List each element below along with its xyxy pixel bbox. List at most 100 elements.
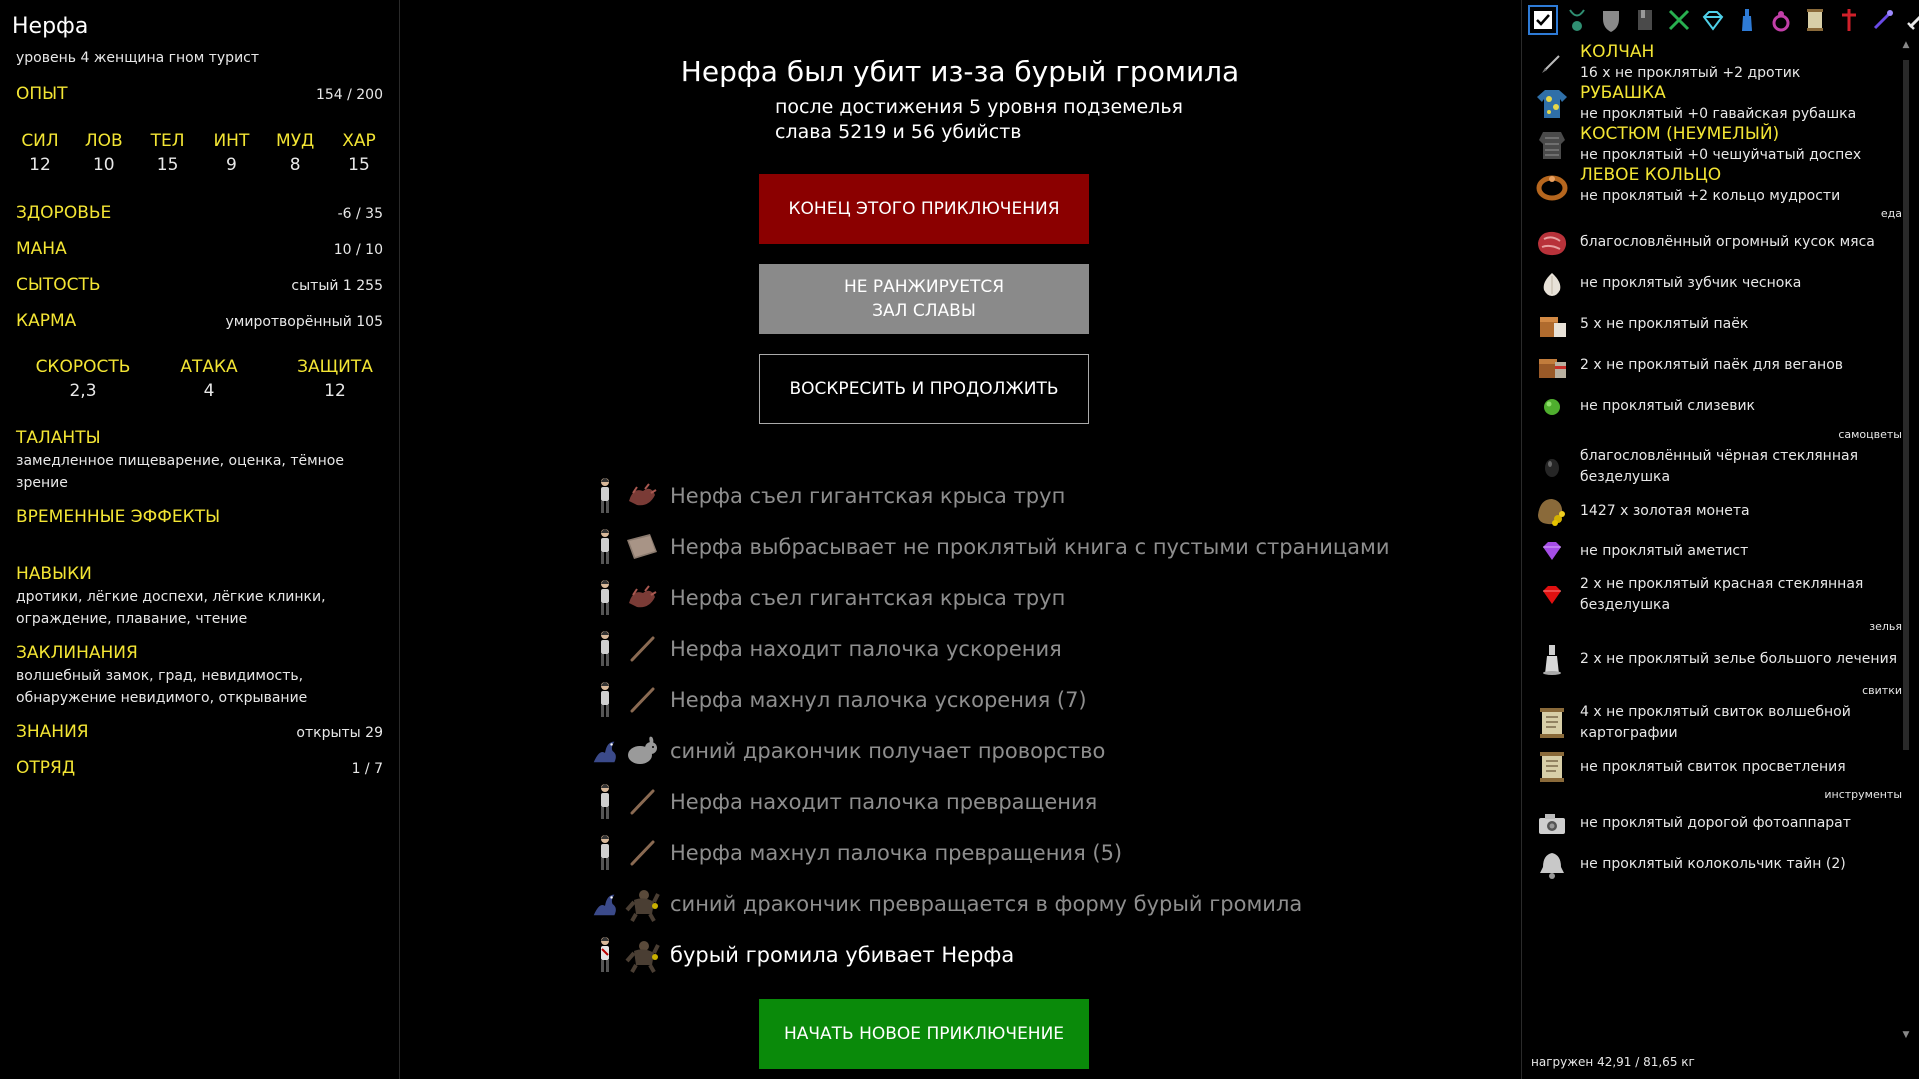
inventory-item[interactable]: благословлённый огромный кусок мяса xyxy=(1532,222,1902,263)
exp-value: 154 / 200 xyxy=(315,87,383,103)
sword-tab-icon[interactable] xyxy=(1902,5,1919,35)
health-row[interactable]: ЗДОРОВЬЕ -6 / 35 xyxy=(16,203,383,223)
message-log: Нерфа съел гигантская крыса труп Нерфа вы… xyxy=(590,470,1390,980)
party-label: ОТРЯД xyxy=(16,758,76,778)
inventory-scrollbar[interactable]: ▲ ▼ xyxy=(1901,40,1911,1040)
hero-dead-icon xyxy=(590,935,620,975)
effects-label: ВРЕМЕННЫЕ ЭФФЕКТЫ xyxy=(16,507,221,527)
inventory-item[interactable]: 4 x не проклятый свиток волшебной картог… xyxy=(1532,699,1902,747)
gem-tab-icon[interactable] xyxy=(1698,5,1728,35)
party-row[interactable]: ОТРЯД 1 / 7 xyxy=(16,758,383,778)
inventory-item[interactable]: 5 x не проклятый паёк xyxy=(1532,304,1902,345)
stat-wis[interactable]: МУД 8 xyxy=(265,131,325,175)
cross-icon[interactable] xyxy=(1834,5,1864,35)
satiety-row[interactable]: СЫТОСТЬ сытый 1 255 xyxy=(16,275,383,295)
new-adventure-button[interactable]: НАЧАТЬ НОВОЕ ПРИКЛЮЧЕНИЕ xyxy=(759,999,1089,1069)
stat-label: СКОРОСТЬ xyxy=(35,357,131,377)
item-description: не проклятый зубчик чеснока xyxy=(1580,275,1802,291)
end-adventure-label: КОНЕЦ ЭТОГО ПРИКЛЮЧЕНИЯ xyxy=(788,199,1060,219)
item-description: не проклятый аметист xyxy=(1580,542,1749,559)
log-entry: Нерфа съел гигантская крыса труп xyxy=(590,572,1390,623)
stat-int[interactable]: ИНТ 9 xyxy=(201,131,261,175)
inventory-item[interactable]: не проклятый дорогой фотоаппарат xyxy=(1532,803,1902,844)
wand-tab-icon[interactable] xyxy=(1868,5,1898,35)
spells-text: волшебный замок, град, невидимость, обна… xyxy=(16,668,308,706)
knowledge-row[interactable]: ЗНАНИЯ открыты 29 xyxy=(16,722,383,742)
knowledge-value: открыты 29 xyxy=(296,725,383,741)
scroll-down-icon[interactable]: ▼ xyxy=(1901,1030,1911,1040)
equipped-item[interactable]: РУБАШКА не проклятый +0 гавайская рубашка xyxy=(1532,83,1902,124)
inventory-panel: КОЛЧАН 16 x не проклятый +2 дротик РУБАШКА… xyxy=(1521,0,1919,1079)
amulet-icon[interactable] xyxy=(1562,5,1592,35)
end-adventure-button[interactable]: КОНЕЦ ЭТОГО ПРИКЛЮЧЕНИЯ xyxy=(759,174,1089,244)
item-description: не проклятый +2 кольцо мудрости xyxy=(1580,187,1841,204)
checkmark-icon[interactable] xyxy=(1528,5,1558,35)
inventory-item[interactable]: не проклятый аметист xyxy=(1532,531,1902,571)
effects-section[interactable]: ВРЕМЕННЫЕ ЭФФЕКТЫ xyxy=(16,507,383,527)
log-entry: синий дракончик получает проворство xyxy=(590,725,1390,776)
equipped-item[interactable]: ЛЕВОЕ КОЛЬЦО не проклятый +2 кольцо мудро… xyxy=(1532,165,1902,206)
equipped-item[interactable]: КОЛЧАН 16 x не проклятый +2 дротик xyxy=(1532,42,1902,83)
not-ranked-label: НЕ РАНЖИРУЕТСЯ xyxy=(843,277,1005,297)
spells-section[interactable]: ЗАКЛИНАНИЯ волшебный замок, град, невиди… xyxy=(16,643,383,709)
book-tab-icon[interactable] xyxy=(1630,5,1660,35)
scroll-up-icon[interactable]: ▲ xyxy=(1901,40,1911,50)
meat-icon xyxy=(1532,223,1572,263)
karma-row[interactable]: КАРМА умиротворённый 105 xyxy=(16,311,383,331)
item-description: не проклятый +0 чешуйчатый доспех xyxy=(1580,146,1862,163)
mana-row[interactable]: МАНА 10 / 10 xyxy=(16,239,383,259)
inventory-item[interactable]: 1427 x золотая монета xyxy=(1532,491,1902,531)
shield-icon[interactable] xyxy=(1596,5,1626,35)
red-gem-icon xyxy=(1532,575,1572,615)
black-gem-icon xyxy=(1532,447,1572,487)
log-text: Нерфа съел гигантская крыса труп xyxy=(670,585,1066,610)
category-label: зелья xyxy=(1869,620,1902,633)
inventory-item[interactable]: 2 x не проклятый паёк для веганов xyxy=(1532,345,1902,386)
potion-tab-icon[interactable] xyxy=(1732,5,1762,35)
revive-button[interactable]: ВОСКРЕСИТЬ И ПРОДОЛЖИТЬ xyxy=(759,354,1089,424)
log-text: Нерфа махнул палочка превращения (5) xyxy=(670,840,1123,865)
inventory-item[interactable]: не проклятый зубчик чеснока xyxy=(1532,263,1902,304)
stat-dex[interactable]: ЛОВ 10 xyxy=(74,131,134,175)
skills-text: дротики, лёгкие доспехи, лёгкие клинки, … xyxy=(16,589,326,627)
inventory-item[interactable]: не проклятый колокольчик тайн (2) xyxy=(1532,844,1902,885)
exp-row[interactable]: ОПЫТ 154 / 200 xyxy=(16,84,383,104)
talents-section[interactable]: ТАЛАНТЫ замедленное пищеварение, оценка,… xyxy=(16,428,383,494)
skills-section[interactable]: НАВЫКИ дротики, лёгкие доспехи, лёгкие к… xyxy=(16,564,383,630)
bell-icon xyxy=(1532,845,1572,885)
hall-of-fame-button[interactable]: НЕ РАНЖИРУЕТСЯ ЗАЛ СЛАВЫ xyxy=(759,264,1089,334)
log-entry: бурый громила убивает Нерфа xyxy=(590,929,1390,980)
stat-speed[interactable]: СКОРОСТЬ 2,3 xyxy=(20,357,146,401)
equipped-item[interactable]: КОСТЮМ (НЕУМЕЛЫЙ) не проклятый +0 чешуйча… xyxy=(1532,124,1902,165)
crossed-swords-icon[interactable] xyxy=(1664,5,1694,35)
inventory-item[interactable]: 2 x не проклятый зелье большого лечения xyxy=(1532,635,1902,683)
karma-label: КАРМА xyxy=(16,311,77,331)
garlic-icon xyxy=(1532,264,1572,304)
death-title: Нерфа был убит из-за бурый громила xyxy=(680,55,1240,88)
stat-con[interactable]: ТЕЛ 15 xyxy=(138,131,198,175)
inventory-item[interactable]: 2 x не проклятый красная стеклянная безд… xyxy=(1532,571,1902,619)
hero-icon xyxy=(590,578,620,618)
inventory-item[interactable]: не проклятый слизевик xyxy=(1532,386,1902,427)
stat-str[interactable]: СИЛ 12 xyxy=(10,131,70,175)
equip-slot-label: РУБАШКА xyxy=(1580,82,1666,103)
inventory-item[interactable]: не проклятый свиток просветления xyxy=(1532,747,1902,787)
scroll-thumb[interactable] xyxy=(1903,60,1909,750)
hero-icon xyxy=(590,476,620,516)
shirt-icon xyxy=(1532,84,1572,124)
stat-attack[interactable]: АТАКА 4 xyxy=(146,357,272,401)
knowledge-label: ЗНАНИЯ xyxy=(16,722,89,742)
stat-value: 12 xyxy=(29,155,51,175)
scroll-icon xyxy=(1532,703,1572,743)
stat-value: 8 xyxy=(289,155,301,175)
log-entry: синий дракончик превращается в форму бур… xyxy=(590,878,1390,929)
wand-icon xyxy=(622,782,662,822)
stat-defense[interactable]: ЗАЩИТА 12 xyxy=(272,357,398,401)
inventory-item[interactable]: благословлённый чёрная стеклянная бездел… xyxy=(1532,443,1902,491)
log-text: синий дракончик получает проворство xyxy=(670,738,1106,763)
scroll-tab-icon[interactable] xyxy=(1800,5,1830,35)
character-name: Нерфа xyxy=(12,14,89,39)
log-entry: Нерфа съел гигантская крыса труп xyxy=(590,470,1390,521)
stat-cha[interactable]: ХАР 15 xyxy=(329,131,389,175)
ring-tab-icon[interactable] xyxy=(1766,5,1796,35)
